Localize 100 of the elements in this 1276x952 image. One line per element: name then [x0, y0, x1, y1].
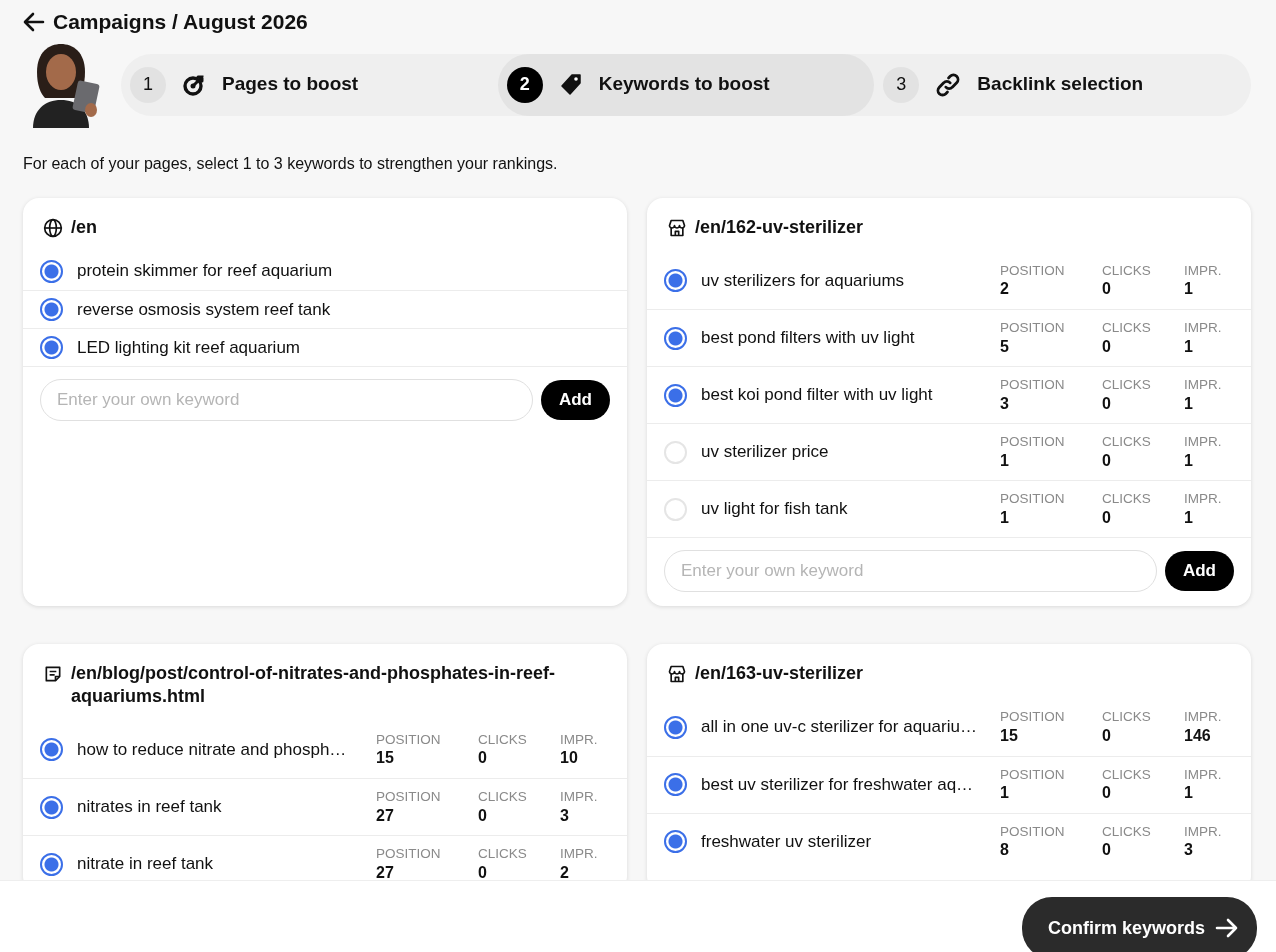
keyword-text: best uv sterilizer for freshwater aq… [701, 773, 975, 796]
stat-label: IMPR. [1184, 434, 1223, 451]
keyword-text: freshwater uv sterilizer [701, 830, 873, 853]
stat-label: IMPR. [560, 846, 599, 863]
keyword-text: nitrates in reef tank [77, 796, 223, 819]
keyword-text: protein skimmer for reef aquarium [77, 260, 334, 283]
stat-label: CLICKS [1102, 377, 1152, 394]
stat-value: 0 [1102, 507, 1112, 527]
stat-value: 2 [560, 862, 570, 880]
stat-label: IMPR. [1184, 491, 1223, 508]
stat-value: 0 [1102, 783, 1112, 803]
back-arrow-icon[interactable] [23, 11, 45, 32]
stat-value: 0 [1102, 279, 1112, 299]
radio-button[interactable] [40, 298, 63, 321]
stat-value: 27 [376, 862, 395, 880]
keyword-text: uv light for fish tank [701, 498, 849, 521]
radio-button[interactable] [664, 383, 687, 407]
keyword-text: how to reduce nitrate and phosph… [77, 738, 348, 761]
step-tab[interactable]: 3 Backlink selection [874, 53, 1251, 116]
stat-value: 0 [1102, 393, 1112, 413]
keyword-input[interactable]: Enter your own keyword [664, 550, 1157, 592]
stat-label: POSITION [376, 731, 442, 748]
stat-label: CLICKS [478, 789, 528, 806]
stat-value: 2 [1000, 279, 1010, 299]
radio-button[interactable] [40, 336, 63, 359]
keyword-input[interactable]: Enter your own keyword [40, 379, 533, 421]
stat-value: 1 [1184, 783, 1194, 803]
stat-value: 0 [1102, 725, 1112, 745]
stat-value: 0 [478, 862, 488, 880]
radio-button[interactable] [664, 773, 687, 796]
keyword-text: best koi pond filter with uv light [701, 384, 934, 407]
keyword-text: uv sterilizers for aquariums [701, 269, 906, 292]
radio-button[interactable] [664, 269, 687, 292]
confirm-keywords-button[interactable]: Confirm keywords [1021, 897, 1257, 952]
stat-value: 27 [376, 805, 395, 825]
stat-label: POSITION [1000, 766, 1066, 783]
stat-value: 0 [478, 748, 488, 768]
keyword-text: uv sterilizer price [701, 441, 830, 464]
stat-label: POSITION [1000, 377, 1066, 394]
stat-value: 3 [560, 805, 570, 825]
stat-label: IMPR. [1184, 320, 1223, 337]
stat-label: POSITION [1000, 434, 1066, 451]
stat-label: POSITION [376, 789, 442, 806]
stat-label: IMPR. [1184, 823, 1223, 840]
right-arrow-icon [1215, 918, 1239, 938]
stat-label: IMPR. [1184, 766, 1223, 783]
stat-value: 0 [1102, 336, 1112, 356]
radio-button[interactable] [664, 830, 687, 853]
stat-value: 1 [1000, 507, 1010, 527]
stat-value: 15 [376, 748, 395, 768]
keyword-text: best pond filters with uv light [701, 327, 916, 350]
stat-label: IMPR. [1184, 709, 1223, 726]
add-button[interactable]: Add [1164, 551, 1234, 591]
stat-label: CLICKS [1102, 766, 1152, 783]
note-icon [43, 664, 63, 684]
stat-value: 0 [1102, 840, 1112, 860]
radio-button[interactable] [40, 795, 63, 819]
stat-label: POSITION [1000, 262, 1066, 279]
stat-label: CLICKS [1102, 434, 1152, 451]
radio-button[interactable] [664, 326, 687, 350]
stat-label: CLICKS [1102, 320, 1152, 337]
stat-label: IMPR. [560, 731, 599, 748]
radio-button[interactable] [40, 852, 63, 876]
add-button[interactable]: Add [540, 380, 610, 420]
stat-value: 5 [1000, 336, 1010, 356]
link-icon [935, 71, 962, 98]
page-title: Campaigns / August 2026 [53, 9, 308, 35]
radio-button[interactable] [40, 259, 63, 283]
store-icon [667, 664, 687, 684]
instruction-text: For each of your pages, select 1 to 3 keywords to strengthen your rankings. [23, 153, 559, 174]
tag-icon [558, 72, 583, 97]
stat-value: 0 [1102, 450, 1112, 470]
stat-value: 1 [1184, 393, 1194, 413]
step-tab[interactable]: 2 Keywords to boost [497, 53, 875, 116]
stat-value: 15 [1000, 725, 1019, 745]
page-path: /en/blog/post/control-of-nitrates-and-phosphates-in-reef-aquariums.html [71, 662, 556, 707]
keyword-text: reverse osmosis system reef tank [77, 298, 332, 321]
stat-label: CLICKS [478, 731, 528, 748]
stat-label: CLICKS [478, 846, 528, 863]
radio-button[interactable] [40, 738, 63, 761]
step-tab[interactable]: 1 Pages to boost [121, 53, 498, 116]
stat-label: CLICKS [1102, 709, 1152, 726]
store-icon [667, 217, 687, 238]
stat-value: 1 [1000, 783, 1010, 803]
stat-label: POSITION [1000, 709, 1066, 726]
stat-value: 1 [1184, 279, 1194, 299]
stat-label: IMPR. [560, 789, 599, 806]
stat-value: 1 [1184, 450, 1194, 470]
keyword-text: nitrate in reef tank [77, 853, 215, 876]
keyword-text: LED lighting kit reef aquarium [77, 336, 301, 359]
stat-label: IMPR. [1184, 377, 1223, 394]
stat-value: 1 [1184, 336, 1194, 356]
stat-value: 10 [560, 748, 579, 768]
stat-label: CLICKS [1102, 491, 1152, 508]
page-path: /en/162-uv-sterilizer [695, 215, 864, 238]
page-path: /en/163-uv-sterilizer [695, 662, 864, 685]
globe-icon [43, 217, 63, 238]
radio-button[interactable] [664, 715, 687, 739]
stat-value: 146 [1184, 725, 1212, 745]
stat-value: 1 [1000, 450, 1010, 470]
